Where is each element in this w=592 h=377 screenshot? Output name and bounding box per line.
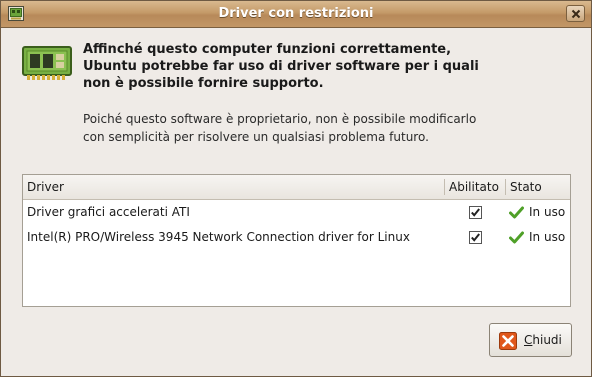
close-button-label-rest: hiudi bbox=[532, 333, 562, 347]
close-button-label: Chiudi bbox=[524, 333, 562, 347]
primary-message: Affinché questo computer funzioni corret… bbox=[83, 42, 479, 91]
table-row[interactable]: Intel(R) PRO/Wireless 3945 Network Conne… bbox=[23, 227, 570, 248]
checkbox-checked-icon bbox=[469, 231, 482, 244]
column-header-driver[interactable]: Driver bbox=[23, 175, 444, 199]
enabled-checkbox[interactable] bbox=[469, 231, 482, 244]
column-header-enabled[interactable]: Abilitato bbox=[445, 175, 505, 199]
enabled-checkbox[interactable] bbox=[469, 206, 482, 219]
window-title: Driver con restrizioni bbox=[218, 6, 374, 21]
title-bar[interactable]: Driver con restrizioni bbox=[1, 1, 591, 28]
list-header: Driver Abilitato Stato bbox=[23, 175, 570, 200]
driver-name: Intel(R) PRO/Wireless 3945 Network Conne… bbox=[27, 230, 410, 244]
column-header-status[interactable]: Stato bbox=[506, 175, 570, 199]
secondary-message: Poiché questo software è proprietario, n… bbox=[83, 112, 477, 144]
green-check-icon bbox=[509, 206, 524, 219]
table-row[interactable]: Driver grafici accelerati ATI In uso bbox=[23, 202, 570, 223]
driver-name: Driver grafici accelerati ATI bbox=[27, 205, 190, 219]
status-label: In uso bbox=[529, 230, 566, 244]
red-x-icon bbox=[499, 332, 517, 350]
driver-list[interactable]: Driver Abilitato Stato Driver grafici ac… bbox=[22, 174, 571, 307]
window-close-button[interactable] bbox=[566, 5, 585, 22]
close-button[interactable]: Chiudi bbox=[489, 323, 572, 357]
dialog-window: Driver con restrizioni Affinché questo c… bbox=[0, 0, 592, 377]
close-icon bbox=[571, 9, 581, 19]
status-label: In uso bbox=[529, 205, 566, 219]
hardware-card-icon bbox=[21, 45, 73, 81]
checkbox-checked-icon bbox=[469, 206, 482, 219]
green-check-icon bbox=[509, 231, 524, 244]
